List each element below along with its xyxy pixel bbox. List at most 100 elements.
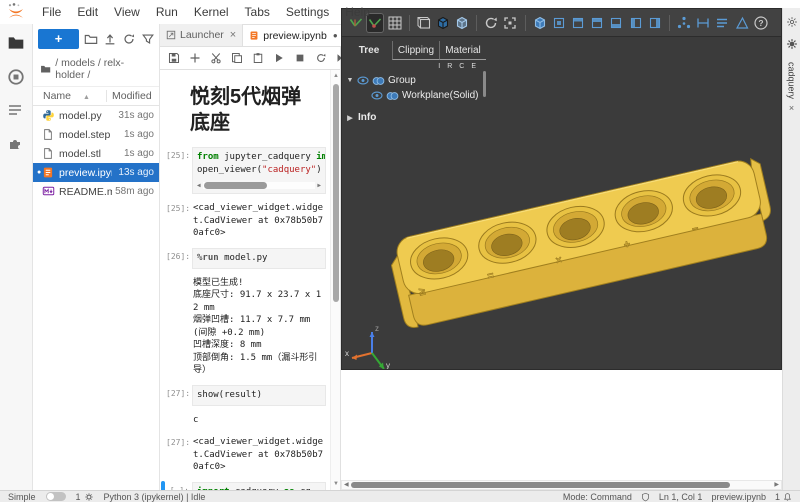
reset-camera-icon[interactable] [482,13,500,33]
simple-mode[interactable]: Simple [8,492,36,502]
notifications[interactable]: 1 [775,492,792,502]
restart-icon[interactable] [315,52,327,64]
file-row-README.md[interactable]: README.md58m ago [33,182,159,201]
explode-icon[interactable] [675,13,693,33]
markdown-title[interactable]: 悦刻5代烟弹底座 [190,84,316,136]
top-view-icon[interactable] [588,13,606,33]
info-section[interactable]: ▶ Info [346,112,486,123]
scrollbar-thumb[interactable] [351,482,731,488]
visibility-eye-icon[interactable] [371,91,383,100]
right-view-icon[interactable] [646,13,664,33]
trust-shield-icon[interactable] [641,492,650,502]
menu-kernel[interactable]: Kernel [186,2,237,22]
cad-tab-clipping[interactable]: Clipping [392,41,439,60]
close-icon[interactable]: × [787,103,797,113]
caret-icon[interactable]: ▼ [346,77,354,84]
property-inspector-icon[interactable] [786,16,798,28]
code-cell[interactable]: [25]:from jupyter_cadquery importopen_vi… [160,144,330,197]
cut-icon[interactable] [210,52,222,64]
close-icon[interactable]: × [230,29,236,41]
code-editor[interactable]: import cadquery as cqcq.exporters.export… [192,482,326,491]
upload-icon[interactable] [103,32,117,46]
run-icon[interactable] [273,52,285,64]
running-sessions-icon[interactable] [7,68,25,86]
left-view-icon[interactable] [627,13,645,33]
file-row-model.py[interactable]: model.py31s ago [33,106,159,125]
simple-toggle[interactable] [46,492,66,501]
fit-view-icon[interactable] [501,13,519,33]
code-cell[interactable]: [27]:show(result) [160,382,330,409]
tree-column-R[interactable]: R [447,63,452,70]
file-row-preview.ipynb[interactable]: ●preview.ipynb13s ago [33,163,159,182]
code-editor[interactable]: from jupyter_cadquery importopen_viewer(… [192,147,326,194]
rear-view-icon[interactable] [569,13,587,33]
column-name[interactable]: Name▲ [43,90,107,102]
scroll-right-icon[interactable]: ▶ [774,482,779,488]
cell-horizontal-scrollbar[interactable]: ◀▶ [197,181,321,190]
column-modified[interactable]: Modified [107,90,153,102]
unsaved-dot-icon[interactable]: ● [333,31,338,40]
menu-edit[interactable]: Edit [69,2,106,22]
cad-horizontal-scrollbar[interactable]: ◀ ▶ [341,480,782,490]
cad-viewer[interactable]: ? ≥=×+− x z [341,8,782,370]
tree-column-I[interactable]: I [438,63,440,70]
interrupt-icon[interactable] [294,52,306,64]
new-folder-icon[interactable] [84,32,98,46]
filter-icon[interactable] [141,32,155,46]
transparent-icon[interactable] [453,13,471,33]
paste-icon[interactable] [252,52,264,64]
properties-measure-icon[interactable] [713,13,731,33]
cad-tab-tree[interactable]: Tree [346,41,392,60]
caret-right-icon[interactable]: ▶ [346,114,354,122]
tree-item-group[interactable]: ▼Group [346,73,486,88]
insert-cell-icon[interactable] [189,52,201,64]
save-icon[interactable] [168,52,180,64]
menu-file[interactable]: File [34,2,69,22]
kernel-status[interactable]: Python 3 (ipykernel) | Idle [104,492,206,502]
settings-gear-icon[interactable] [786,38,798,50]
statusbar-filename[interactable]: preview.ipynb [711,492,766,502]
menu-tabs[interactable]: Tabs [237,2,278,22]
copy-icon[interactable] [231,52,243,64]
menu-view[interactable]: View [106,2,148,22]
cad-tab-material[interactable]: Material [439,41,486,60]
tab-preview-ipynb[interactable]: preview.ipynb ● [243,24,344,46]
file-row-model.stl[interactable]: model.stl1s ago [33,144,159,163]
scroll-down-icon[interactable]: ▼ [333,481,339,487]
mode-indicator[interactable]: Mode: Command [563,492,632,502]
scrollbar-thumb[interactable] [333,84,339,302]
kernel-sessions[interactable]: 1 [76,492,94,502]
iso-view-icon[interactable] [530,13,548,33]
cursor-position[interactable]: Ln 1, Col 1 [659,492,703,502]
black-edges-icon[interactable] [434,13,452,33]
tree-item-workplane-solid-[interactable]: Workplane(Solid) [346,88,486,103]
notebook-vertical-scrollbar[interactable]: ▲ ▼ [330,70,340,490]
visibility-eye-icon[interactable] [357,76,369,85]
code-editor[interactable]: show(result) [192,385,326,406]
distance-measure-icon[interactable] [694,13,712,33]
tree-column-E[interactable]: E [471,63,476,70]
menu-settings[interactable]: Settings [278,2,337,22]
grid-icon[interactable] [385,13,403,33]
sidebar-tab-cadquery[interactable]: cadquery × [787,62,797,113]
help-icon[interactable]: ? [752,13,770,33]
new-launcher-button[interactable]: + [38,29,79,49]
menu-help[interactable]: Help [337,2,378,22]
file-browser-icon[interactable] [7,34,25,52]
perspective-icon[interactable] [415,13,433,33]
bottom-view-icon[interactable] [607,13,625,33]
code-cell[interactable]: [26]:%run model.py [160,245,330,272]
extensions-icon[interactable] [7,136,25,154]
table-of-contents-icon[interactable] [7,102,25,120]
scroll-up-icon[interactable]: ▲ [333,73,339,79]
scrollbar-thumb[interactable] [204,182,267,189]
file-row-model.step[interactable]: model.step1s ago [33,125,159,144]
refresh-icon[interactable] [122,32,136,46]
scroll-left-icon[interactable]: ◀ [344,482,349,488]
tree-scrollbar[interactable] [483,71,486,97]
front-view-icon[interactable] [550,13,568,33]
breadcrumb[interactable]: / models / relx-holder / [33,53,159,87]
tab-launcher[interactable]: Launcher × [160,24,243,46]
code-editor[interactable]: %run model.py [192,248,326,269]
angle-measure-icon[interactable] [733,13,751,33]
